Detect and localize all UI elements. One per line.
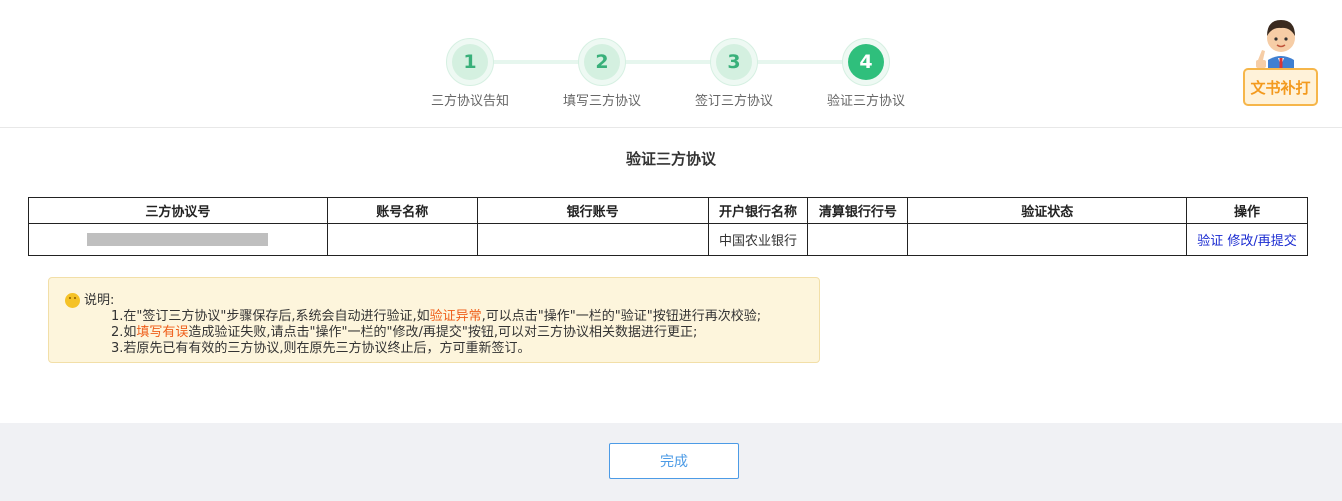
badge-label: 文书补打 bbox=[1243, 68, 1318, 106]
step-2-circle: 2 bbox=[578, 38, 626, 86]
step-1-number: 1 bbox=[452, 44, 488, 80]
step-4-circle: 4 bbox=[842, 38, 890, 86]
step-4: 4 验证三方协议 bbox=[806, 38, 926, 109]
done-button[interactable]: 完成 bbox=[609, 443, 739, 479]
step-3-number: 3 bbox=[716, 44, 752, 80]
col-bank-name: 开户银行名称 bbox=[707, 197, 809, 224]
smiley-icon bbox=[65, 293, 80, 308]
table-row: 中国农业银行 验证 修改/再提交 bbox=[28, 223, 1308, 256]
cell-clearing-no bbox=[807, 223, 909, 256]
footer-bar: 完成 bbox=[0, 423, 1342, 501]
col-bank-account: 银行账号 bbox=[476, 197, 709, 224]
step-1-circle: 1 bbox=[446, 38, 494, 86]
step-3: 3 签订三方协议 bbox=[674, 38, 794, 109]
table-header-row: 三方协议号 账号名称 银行账号 开户银行名称 清算银行行号 验证状态 操作 bbox=[28, 197, 1308, 224]
step-2: 2 填写三方协议 bbox=[542, 38, 662, 109]
step-2-number: 2 bbox=[584, 44, 620, 80]
avatar-icon bbox=[1256, 20, 1295, 72]
col-account-name: 账号名称 bbox=[326, 197, 478, 224]
progress-stepper: 1 三方协议告知 2 填写三方协议 3 签订三方协议 4 验证三方协议 bbox=[0, 0, 1342, 128]
col-status: 验证状态 bbox=[907, 197, 1188, 224]
cell-status bbox=[907, 223, 1188, 256]
step-4-label: 验证三方协议 bbox=[826, 94, 905, 109]
redacted-value bbox=[87, 233, 269, 246]
step-1: 1 三方协议告知 bbox=[410, 38, 530, 109]
verify-link[interactable]: 验证 bbox=[1197, 234, 1223, 249]
step-4-number: 4 bbox=[848, 44, 884, 80]
agreement-table: 三方协议号 账号名称 银行账号 开户银行名称 清算银行行号 验证状态 操作 中国… bbox=[28, 197, 1308, 256]
cell-bank-account bbox=[476, 223, 709, 256]
notice-title: 说明: bbox=[84, 293, 115, 308]
step-1-label: 三方协议告知 bbox=[430, 94, 509, 109]
step-3-label: 签订三方协议 bbox=[694, 94, 773, 109]
page: 1 三方协议告知 2 填写三方协议 3 签订三方协议 4 验证三方协议 文书补打… bbox=[0, 0, 1342, 501]
cell-account-name bbox=[326, 223, 478, 256]
col-agreement-no: 三方协议号 bbox=[28, 197, 328, 224]
step-3-circle: 3 bbox=[710, 38, 758, 86]
col-actions: 操作 bbox=[1186, 197, 1308, 224]
page-title: 验证三方协议 bbox=[625, 150, 716, 168]
notice-box: 说明: 1.在"签订三方协议"步骤保存后,系统会自动进行验证,如验证异常,可以点… bbox=[48, 277, 820, 363]
col-clearing-no: 清算银行行号 bbox=[807, 197, 909, 224]
cell-actions: 验证 修改/再提交 bbox=[1186, 223, 1308, 256]
cell-agreement-no bbox=[28, 223, 328, 256]
cell-bank-name: 中国农业银行 bbox=[707, 223, 809, 256]
document-reprint-badge[interactable]: 文书补打 bbox=[1240, 14, 1320, 108]
step-2-label: 填写三方协议 bbox=[562, 94, 641, 109]
notice-line-3: 3.若原先已有有效的三方协议,则在原先三方协议终止后，方可重新签订。 bbox=[111, 341, 531, 356]
modify-resubmit-link[interactable]: 修改/再提交 bbox=[1227, 234, 1296, 249]
